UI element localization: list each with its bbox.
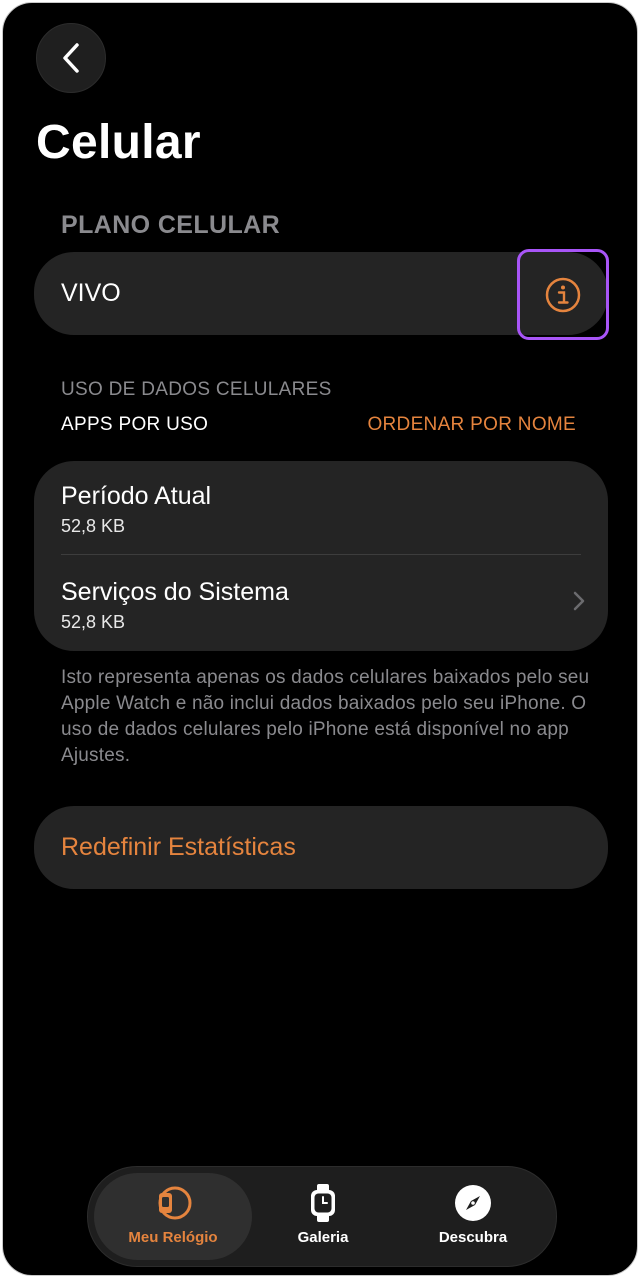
- compass-icon: [455, 1185, 491, 1221]
- row-value: 52,8 KB: [61, 516, 126, 536]
- tab-label: Galeria: [297, 1229, 349, 1246]
- tab-gallery[interactable]: Galeria: [244, 1173, 402, 1260]
- reset-statistics-button[interactable]: Redefinir Estatísticas: [34, 806, 608, 889]
- sort-by-name-button[interactable]: ORDENAR POR NOME: [367, 414, 576, 436]
- tab-my-watch[interactable]: Meu Relógio: [94, 1173, 252, 1260]
- chevron-left-icon: [63, 43, 79, 73]
- watch-face-icon: [311, 1184, 335, 1222]
- chevron-right-icon: [573, 591, 585, 611]
- info-circle-icon: [545, 277, 581, 312]
- tab-label: Meu Relógio: [128, 1229, 218, 1246]
- phone-screen: Celular PLANO CELULAR VIVO USO DE DADOS …: [2, 2, 638, 1276]
- row-value: 52,8 KB: [61, 612, 126, 632]
- back-button[interactable]: [36, 23, 106, 93]
- reset-label: Redefinir Estatísticas: [61, 833, 296, 861]
- tab-label: Descubra: [438, 1229, 508, 1246]
- plan-section-header: PLANO CELULAR: [61, 211, 281, 239]
- row-title: Serviços do Sistema: [61, 578, 289, 606]
- row-title: Período Atual: [61, 482, 212, 510]
- apps-by-usage-label: APPS POR USO: [61, 414, 209, 435]
- tab-discover[interactable]: Descubra: [394, 1173, 552, 1260]
- usage-section-header: USO DE DADOS CELULARES: [61, 379, 332, 400]
- carrier-name: VIVO: [61, 279, 121, 307]
- info-button[interactable]: [517, 249, 609, 340]
- usage-footnote: Isto representa apenas os dados celulare…: [61, 667, 590, 766]
- list-item-system-services[interactable]: Serviços do Sistema 52,8 KB: [34, 555, 608, 651]
- tab-bar: Meu Relógio Galeria Descubra: [87, 1166, 557, 1267]
- page-title: Celular: [36, 116, 201, 169]
- my-watch-icon: [158, 1186, 192, 1220]
- usage-list: Período Atual 52,8 KB Serviços do Sistem…: [34, 461, 608, 651]
